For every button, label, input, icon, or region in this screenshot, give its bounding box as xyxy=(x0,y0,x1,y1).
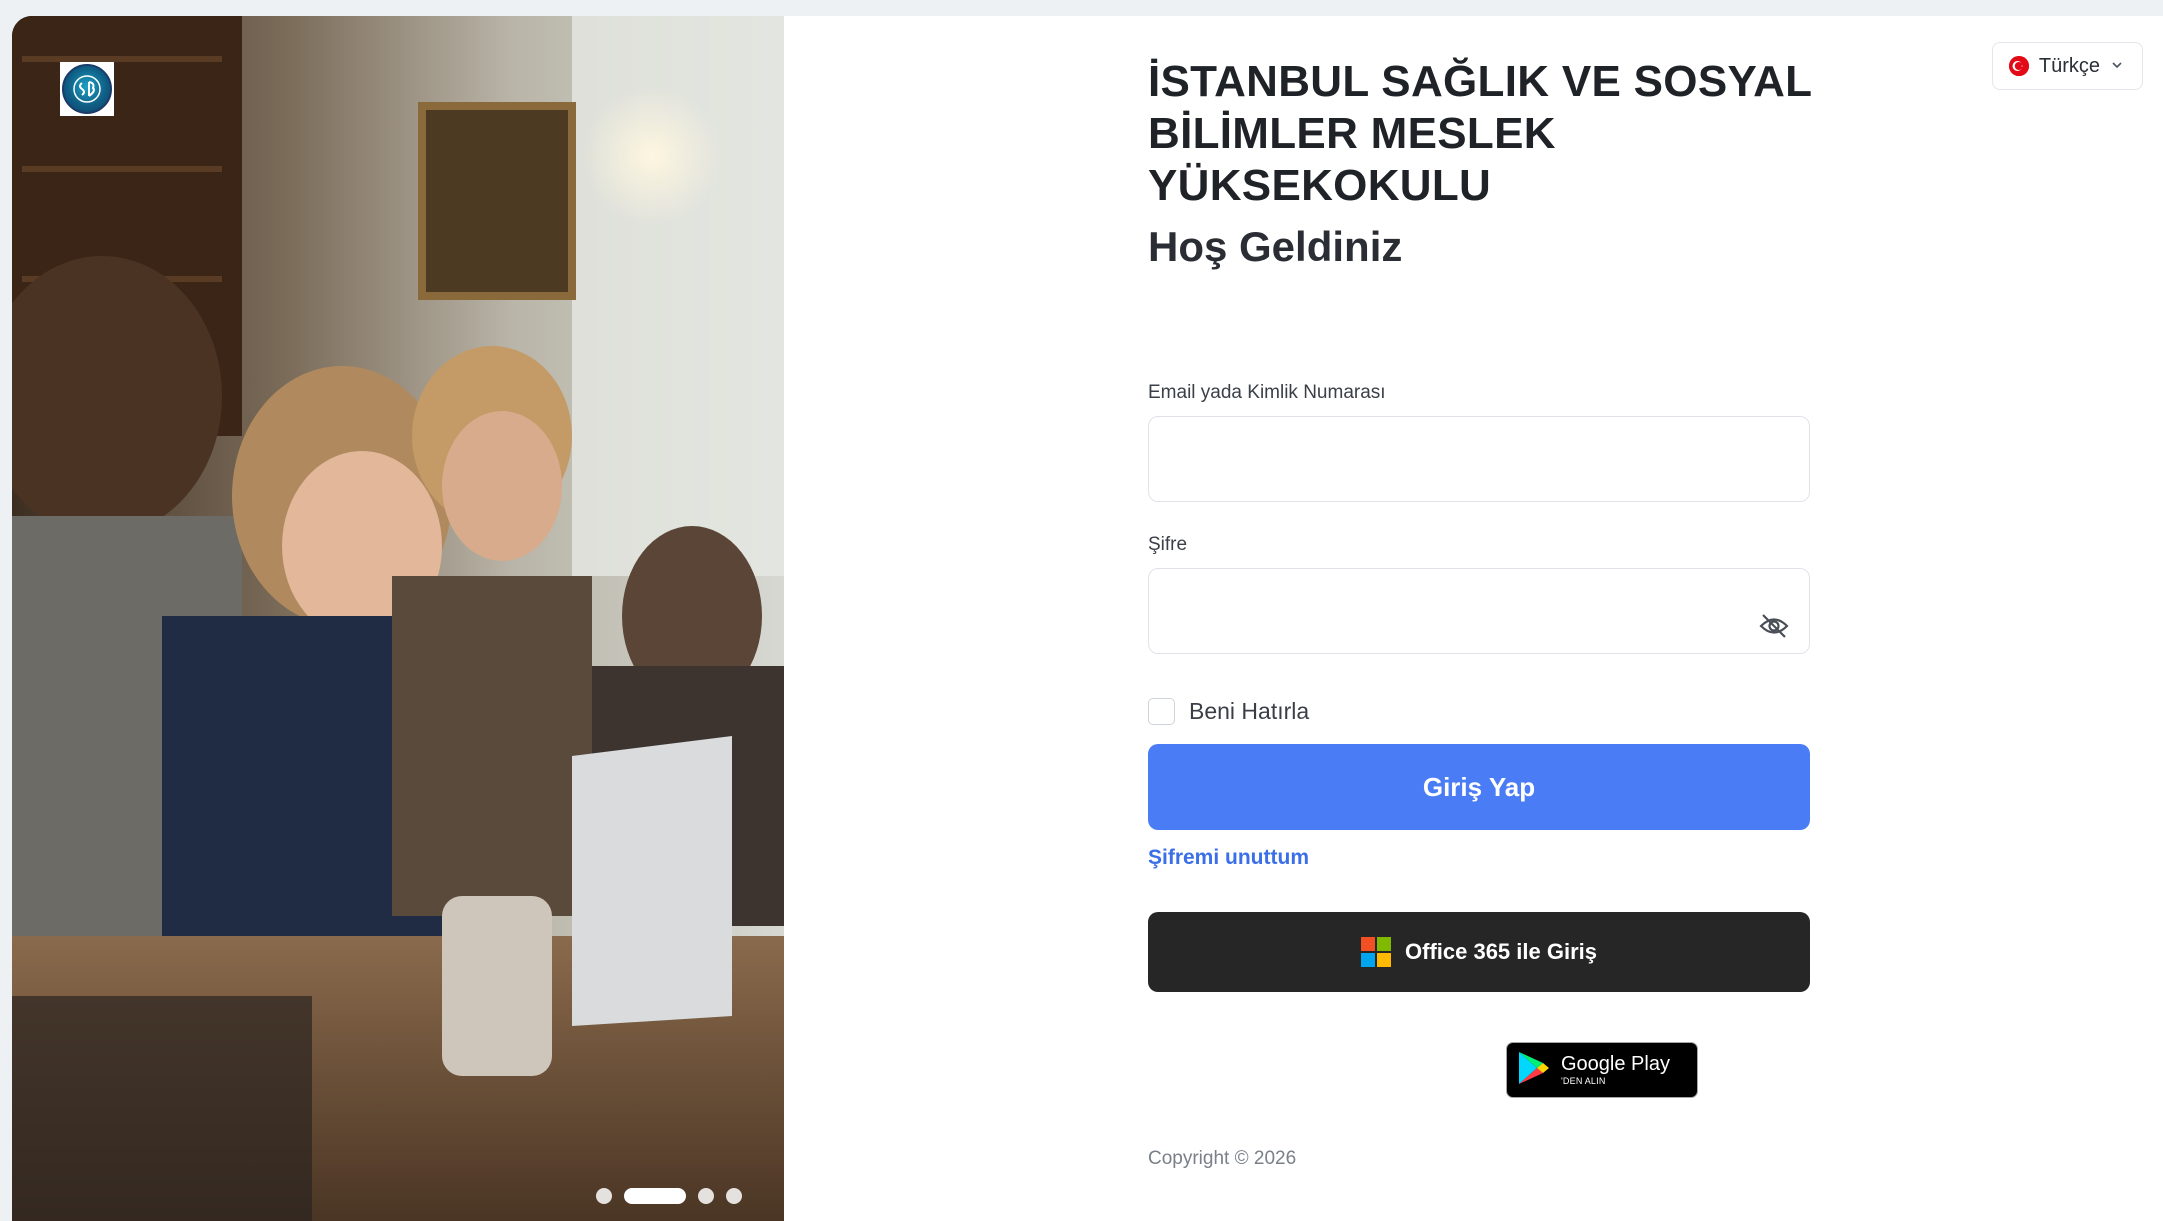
header-block: İSTANBUL SAĞLIK VE SOSYAL BİLİMLER MESLE… xyxy=(1148,56,1828,272)
google-play-title: Google Play xyxy=(1561,1053,1670,1075)
language-selector[interactable]: Türkçe xyxy=(1991,42,2143,90)
password-input[interactable] xyxy=(1148,568,1810,654)
students-photo xyxy=(12,16,784,1221)
email-label: Email yada Kimlik Numarası xyxy=(1148,382,1386,403)
carousel-dot-3[interactable] xyxy=(698,1188,714,1204)
google-play-text: Google Play 'DEN ALIN xyxy=(1561,1054,1670,1086)
language-label: Türkçe xyxy=(2038,54,2100,77)
google-play-badge[interactable]: Google Play 'DEN ALIN xyxy=(1506,1042,1698,1098)
welcome-heading: Hoş Geldiniz xyxy=(1148,223,1403,270)
chevron-down-icon xyxy=(2110,58,2124,75)
school-seal-icon xyxy=(62,64,112,114)
email-input[interactable] xyxy=(1148,416,1810,502)
remember-me[interactable]: Beni Hatırla xyxy=(1148,698,1309,725)
carousel-dot-2-active[interactable] xyxy=(624,1188,686,1204)
carousel-dot-1[interactable] xyxy=(596,1188,612,1204)
password-label: Şifre xyxy=(1148,534,1188,555)
google-play-icon xyxy=(1517,1050,1551,1091)
login-window: Türkçe İSTANBUL SAĞLIK VE SOSYAL BİLİMLE… xyxy=(12,16,2163,1221)
carousel-dot-4[interactable] xyxy=(726,1188,742,1204)
remember-label: Beni Hatırla xyxy=(1189,698,1310,724)
office365-login-button[interactable]: Office 365 ile Giriş xyxy=(1148,912,1810,992)
microsoft-logo-icon xyxy=(1361,937,1391,967)
office365-label: Office 365 ile Giriş xyxy=(1405,939,1597,964)
forgot-password-link[interactable]: Şifremi unuttum xyxy=(1148,846,1309,870)
hero-image-panel xyxy=(12,16,784,1221)
login-button[interactable]: Giriş Yap xyxy=(1148,744,1810,830)
carousel-indicators xyxy=(596,1188,742,1204)
school-logo xyxy=(60,62,114,116)
remember-checkbox[interactable] xyxy=(1148,698,1175,725)
institution-title: İSTANBUL SAĞLIK VE SOSYAL BİLİMLER MESLE… xyxy=(1148,57,1812,210)
copyright-text: Copyright © 2026 xyxy=(1148,1148,1297,1169)
turkey-flag-icon xyxy=(2008,56,2029,76)
google-play-subtitle: 'DEN ALIN xyxy=(1561,1076,1606,1086)
eye-off-icon[interactable] xyxy=(1756,608,1792,644)
